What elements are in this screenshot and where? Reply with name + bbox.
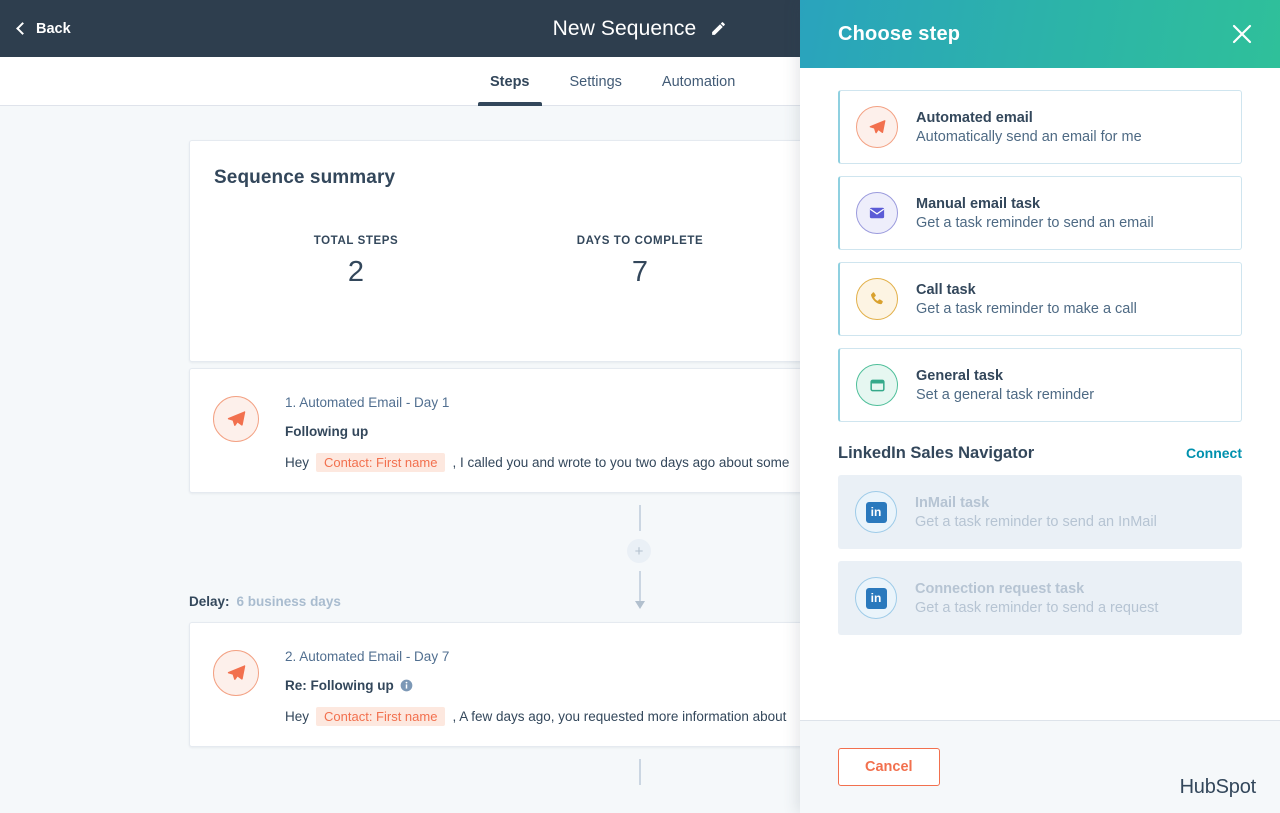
linkedin-glyph: in <box>866 588 887 609</box>
hubspot-logo: HubSpot <box>1180 776 1256 799</box>
paper-plane-icon <box>213 396 259 442</box>
paper-plane-icon <box>213 650 259 696</box>
connector-line-top <box>639 759 641 785</box>
step-option-general-task[interactable]: General task Set a general task reminder <box>838 348 1242 422</box>
connector-line-bottom <box>639 571 641 603</box>
step-option-connection-request-task: in Connection request task Get a task re… <box>838 561 1242 635</box>
linkedin-icon: in <box>855 577 897 619</box>
metric-label: TOTAL STEPS <box>214 235 498 247</box>
step-option-automated-email[interactable]: Automated email Automatically send an em… <box>838 90 1242 164</box>
option-description: Get a task reminder to send an email <box>916 215 1154 231</box>
page-title: New Sequence <box>553 17 697 41</box>
preview-text-before: Hey <box>285 709 309 724</box>
option-title: Connection request task <box>915 581 1158 597</box>
close-icon[interactable] <box>1226 18 1258 50</box>
step-option-call-task[interactable]: Call task Get a task reminder to make a … <box>838 262 1242 336</box>
arrow-down-icon <box>635 601 645 609</box>
task-note-icon <box>856 364 898 406</box>
connect-link[interactable]: Connect <box>1186 445 1242 461</box>
option-description: Get a task reminder to send a request <box>915 600 1158 616</box>
delay-value[interactable]: 6 business days <box>237 594 341 609</box>
step-subject-text: Following up <box>285 424 368 439</box>
metric-value: 2 <box>214 256 498 289</box>
step-connector <box>639 759 641 813</box>
step-subject-text: Re: Following up <box>285 678 394 693</box>
panel-content: Automated email Automatically send an em… <box>800 68 1280 720</box>
choose-step-panel: Choose step Automated email Automaticall… <box>800 0 1280 813</box>
option-description: Get a task reminder to make a call <box>916 301 1137 317</box>
linkedin-section-header: LinkedIn Sales Navigator Connect <box>838 444 1242 463</box>
cancel-button[interactable]: Cancel <box>838 748 940 786</box>
summary-title: Sequence summary <box>214 167 395 189</box>
tab-automation[interactable]: Automation <box>642 57 755 106</box>
panel-footer: Cancel HubSpot <box>800 720 1280 813</box>
option-description: Get a task reminder to send an InMail <box>915 514 1157 530</box>
envelope-icon <box>856 192 898 234</box>
option-text: InMail task Get a task reminder to send … <box>915 495 1157 530</box>
pencil-icon[interactable] <box>710 20 727 37</box>
sequence-builder-screen: Back New Sequence Steps Settings Automat… <box>0 0 1280 813</box>
paper-plane-icon <box>856 106 898 148</box>
tab-list: Steps Settings Automation <box>470 57 755 106</box>
option-description: Automatically send an email for me <box>916 129 1142 145</box>
linkedin-section-title: LinkedIn Sales Navigator <box>838 444 1034 463</box>
option-title: Call task <box>916 282 1137 298</box>
step-option-manual-email-task[interactable]: Manual email task Get a task reminder to… <box>838 176 1242 250</box>
option-text: General task Set a general task reminder <box>916 368 1094 403</box>
option-description: Set a general task reminder <box>916 387 1094 403</box>
linkedin-icon: in <box>855 491 897 533</box>
info-icon[interactable] <box>400 679 413 692</box>
add-step-button[interactable]: + <box>627 539 651 563</box>
option-title: InMail task <box>915 495 1157 511</box>
option-text: Automated email Automatically send an em… <box>916 110 1142 145</box>
personalization-token: Contact: First name <box>316 707 445 726</box>
personalization-token: Contact: First name <box>316 453 445 472</box>
metric-days-to-complete: DAYS TO COMPLETE 7 <box>498 235 782 289</box>
panel-header: Choose step <box>800 0 1280 68</box>
option-text: Manual email task Get a task reminder to… <box>916 196 1154 231</box>
delay-row: Delay: 6 business days <box>189 594 341 609</box>
panel-title: Choose step <box>838 23 960 46</box>
delay-label: Delay: <box>189 594 230 609</box>
linkedin-glyph: in <box>866 502 887 523</box>
preview-text-after: , A few days ago, you requested more inf… <box>452 709 786 724</box>
option-title: General task <box>916 368 1094 384</box>
connector-line-top <box>639 505 641 531</box>
step-option-inmail-task: in InMail task Get a task reminder to se… <box>838 475 1242 549</box>
tab-settings[interactable]: Settings <box>550 57 642 106</box>
option-title: Manual email task <box>916 196 1154 212</box>
phone-icon <box>856 278 898 320</box>
preview-text-after: , I called you and wrote to you two days… <box>452 455 789 470</box>
metric-total-steps: TOTAL STEPS 2 <box>214 235 498 289</box>
option-text: Call task Get a task reminder to make a … <box>916 282 1137 317</box>
step-connector: + <box>639 505 641 615</box>
option-text: Connection request task Get a task remin… <box>915 581 1158 616</box>
tab-steps[interactable]: Steps <box>470 57 550 106</box>
preview-text-before: Hey <box>285 455 309 470</box>
option-title: Automated email <box>916 110 1142 126</box>
metric-label: DAYS TO COMPLETE <box>498 235 782 247</box>
metric-value: 7 <box>498 256 782 289</box>
